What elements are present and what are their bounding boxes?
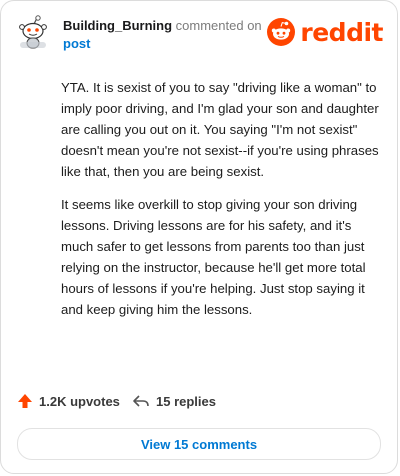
- comment-body: YTA. It is sexist of you to say "driving…: [61, 77, 379, 332]
- comment-header: Building_Burning commented on post reddi…: [15, 13, 383, 53]
- upvote-count: 1.2K upvotes: [39, 393, 120, 409]
- author-username[interactable]: Building_Burning: [63, 18, 172, 33]
- comment-actions: 1.2K upvotes 15 replies: [17, 393, 381, 415]
- reddit-logo[interactable]: reddit: [266, 17, 383, 47]
- reply-count: 15 replies: [156, 393, 216, 409]
- comment-card: Building_Burning commented on post reddi…: [0, 0, 398, 474]
- reply-arrow-icon: [133, 395, 149, 407]
- upvote-arrow-icon: [18, 394, 32, 408]
- snoo-avatar-icon[interactable]: [15, 15, 51, 51]
- post-link[interactable]: post: [63, 35, 262, 53]
- comment-paragraph: YTA. It is sexist of you to say "driving…: [61, 80, 379, 179]
- commented-on-text: commented on: [175, 18, 262, 33]
- upvote-button[interactable]: 1.2K upvotes: [17, 393, 120, 409]
- comment-meta: Building_Burning commented on post: [63, 17, 262, 53]
- comment-paragraph: It seems like overkill to stop giving yo…: [61, 197, 366, 317]
- view-comments-button[interactable]: View 15 comments: [17, 428, 381, 460]
- reddit-wordmark: reddit: [300, 17, 383, 47]
- replies-button[interactable]: 15 replies: [132, 393, 216, 409]
- reddit-logo-icon: [267, 18, 296, 46]
